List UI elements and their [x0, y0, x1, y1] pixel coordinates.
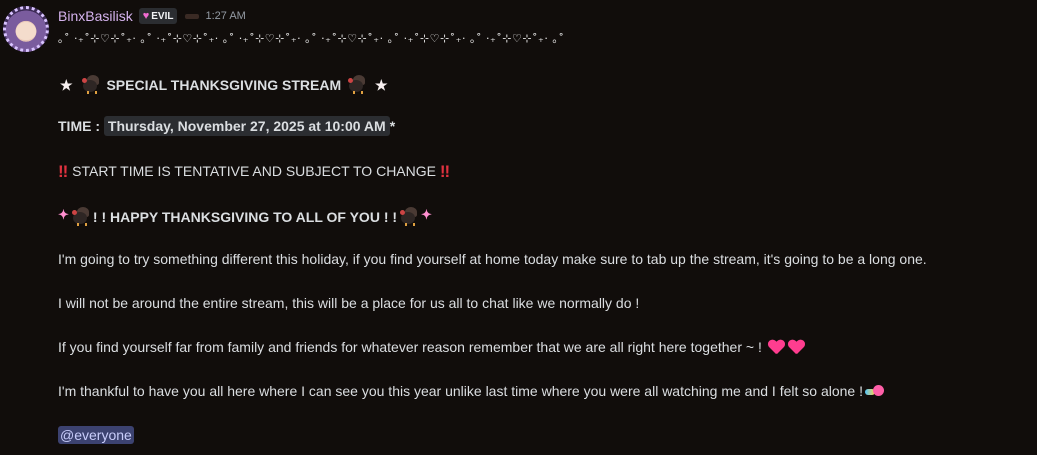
turkey-icon — [81, 74, 101, 94]
time-suffix: * — [389, 118, 396, 134]
heart-icon: ♥ — [142, 10, 150, 22]
paragraph-3: If you find yourself far from family and… — [58, 339, 762, 355]
stream-title: SPECIAL THANKSGIVING STREAM — [106, 77, 342, 93]
paragraph-2: I will not be around the entire stream, … — [58, 295, 640, 311]
message-header: BinxBasilisk ♥ EVIL 1:27 AM — [58, 8, 246, 24]
time-line: TIME : Thursday, November 27, 2025 at 10… — [58, 116, 396, 136]
message-timestamp[interactable]: 1:27 AM — [205, 10, 245, 22]
turkey-icon — [71, 206, 91, 226]
rainbow-heart-icon — [865, 384, 885, 398]
avatar-face — [16, 22, 36, 40]
author-avatar[interactable] — [3, 6, 49, 52]
turkey-icon — [399, 206, 419, 226]
star-icon: ★ — [60, 77, 73, 93]
time-timestamp[interactable]: Thursday, November 27, 2025 at 10:00 AM — [103, 116, 390, 136]
decorative-divider: ｡˚ ‧₊˚⊹♡⊹˚₊‧ ｡˚ ‧₊˚⊹♡⊹˚₊‧ ｡˚ ‧₊˚⊹♡⊹˚₊‧ ｡… — [58, 32, 565, 45]
double-exclamation-icon: ‼ — [58, 162, 69, 181]
tentative-line: ‼ START TIME IS TENTATIVE AND SUBJECT TO… — [58, 162, 450, 182]
server-tag-badge[interactable]: ♥ EVIL — [138, 8, 178, 24]
double-exclamation-icon: ‼ — [439, 162, 451, 181]
paragraph-4-line: I'm thankful to have you all here where … — [58, 383, 885, 399]
pink-heart-icon — [768, 339, 784, 355]
stream-title-line: ★ SPECIAL THANKSGIVING STREAM ★ — [58, 74, 394, 94]
server-tag-label: EVIL — [151, 10, 174, 22]
everyone-mention[interactable]: @everyone — [58, 426, 134, 444]
author-username[interactable]: BinxBasilisk — [58, 8, 133, 24]
sparkle-icon: ✦ — [421, 207, 432, 222]
happy-thanksgiving-line: ✦ ! ! HAPPY THANKSGIVING TO ALL OF YOU ! … — [58, 206, 432, 226]
paragraph-4: I'm thankful to have you all here where … — [58, 383, 863, 399]
tentative-text: START TIME IS TENTATIVE AND SUBJECT TO C… — [72, 163, 436, 179]
turkey-icon — [347, 74, 367, 94]
pink-heart-icon — [788, 339, 804, 355]
paragraph-3-line: If you find yourself far from family and… — [58, 339, 806, 355]
role-icon[interactable] — [185, 12, 200, 20]
happy-thanksgiving-text: ! ! HAPPY THANKSGIVING TO ALL OF YOU ! ! — [92, 209, 398, 225]
sparkle-icon: ✦ — [58, 207, 69, 222]
star-icon: ★ — [375, 77, 388, 93]
time-label: TIME : — [58, 118, 100, 134]
paragraph-1: I'm going to try something different thi… — [58, 251, 927, 267]
